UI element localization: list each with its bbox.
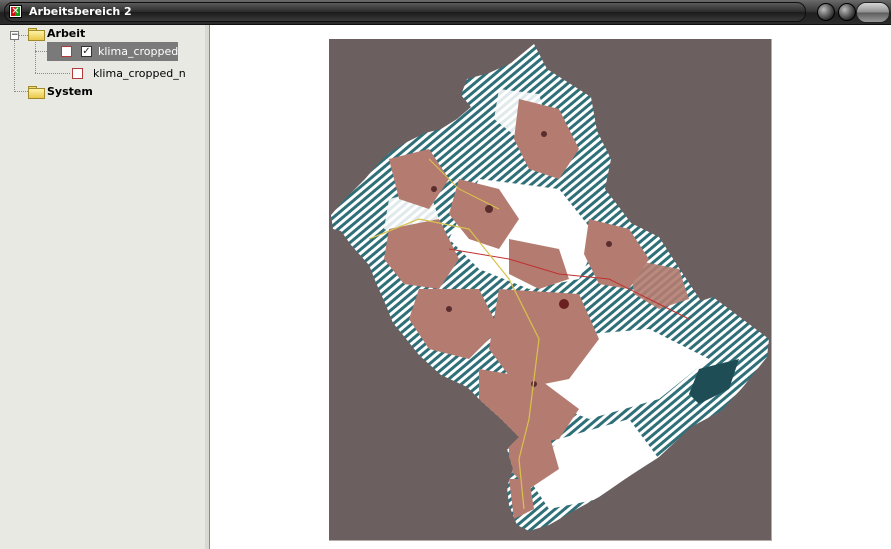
tree-line — [35, 51, 47, 52]
app-logo-icon[interactable]: ✕ — [9, 5, 22, 18]
workspace-tree — [0, 25, 206, 549]
tree-node-arbeit[interactable]: Arbeit — [47, 27, 85, 40]
tree-node-system[interactable]: System — [47, 85, 93, 98]
climate-map-image — [331, 44, 769, 531]
layer-visibility-checkbox[interactable]: ✓ — [81, 46, 92, 57]
layer-label[interactable]: klima_cropped_n — [93, 67, 186, 80]
folder-icon — [28, 28, 45, 41]
window-title: Arbeitsbereich 2 — [29, 5, 132, 18]
tree-line — [14, 91, 28, 92]
layer-symbol-icon — [72, 68, 83, 79]
tree-line — [14, 40, 15, 92]
collapse-toggle-icon[interactable]: − — [10, 31, 19, 40]
minimize-button[interactable] — [817, 3, 835, 21]
layer-symbol-icon — [61, 46, 72, 57]
panel-splitter[interactable] — [205, 25, 210, 549]
folder-icon — [28, 86, 45, 99]
maximize-button[interactable] — [838, 3, 856, 21]
tree-line — [35, 73, 70, 74]
tree-line — [35, 42, 36, 73]
title-bar[interactable]: ✕ Arbeitsbereich 2 — [0, 0, 891, 25]
map-canvas[interactable] — [329, 39, 772, 541]
layer-label[interactable]: klima_cropped_n — [98, 45, 178, 58]
tree-line — [19, 35, 28, 36]
window-grip-button[interactable] — [856, 2, 890, 23]
